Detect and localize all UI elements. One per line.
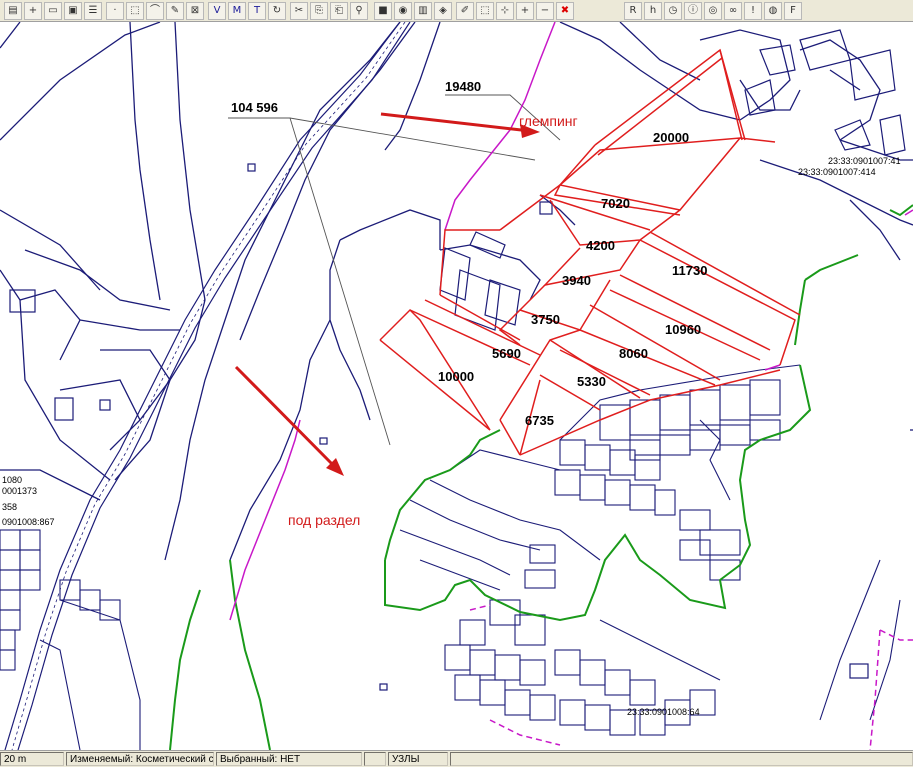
h-button-icon[interactable]: h bbox=[644, 2, 662, 20]
navy-buildings bbox=[9, 29, 906, 691]
exclamation-icon[interactable]: ! bbox=[744, 2, 762, 20]
eye-icon[interactable]: ◎ bbox=[704, 2, 722, 20]
plot-20000-label: 20000 bbox=[653, 130, 689, 145]
select-tool-icon[interactable]: ⬚ bbox=[126, 2, 144, 20]
cadastral-number-6: 358 bbox=[2, 502, 17, 512]
cadastral-number-3: 23:33:0901008:64 bbox=[627, 707, 700, 717]
leader-lines bbox=[228, 94, 561, 446]
plot-8060-label: 8060 bbox=[619, 346, 648, 361]
copy-icon[interactable]: ⎘ bbox=[310, 2, 328, 20]
f-button-icon[interactable]: F bbox=[784, 2, 802, 20]
road bbox=[4, 22, 411, 750]
plot-3940-label: 3940 bbox=[562, 273, 591, 288]
plot-10960-label: 10960 bbox=[665, 322, 701, 337]
note-division: под раздел bbox=[288, 512, 360, 528]
clock-icon[interactable]: ◷ bbox=[664, 2, 682, 20]
delete-red-icon[interactable]: ✖ bbox=[556, 2, 574, 20]
map-t-icon[interactable]: T bbox=[248, 2, 266, 20]
stop-icon[interactable]: ■ bbox=[374, 2, 392, 20]
map-view-icon[interactable]: ▣ bbox=[64, 2, 82, 20]
cadastral-number-4: 1080 bbox=[2, 475, 22, 485]
subtract-node-icon[interactable]: − bbox=[536, 2, 554, 20]
cut-icon[interactable]: ✂ bbox=[290, 2, 308, 20]
add-node-icon[interactable]: + bbox=[516, 2, 534, 20]
plot-3750-label: 3750 bbox=[531, 312, 560, 327]
note-camping: глемпинг bbox=[519, 113, 578, 129]
map-v-icon[interactable]: V bbox=[208, 2, 226, 20]
plot-7020-label: 7020 bbox=[601, 196, 630, 211]
cadastral-number-7: 0901008:867 bbox=[2, 517, 55, 527]
cadastral-map[interactable]: 104 596 19480 глемпинг под раздел 20000 … bbox=[0, 22, 913, 750]
navy-boundaries bbox=[0, 22, 913, 561]
point-tool-icon[interactable]: · bbox=[106, 2, 124, 20]
edit-tool-icon[interactable]: ✎ bbox=[166, 2, 184, 20]
layer-list-icon[interactable]: ▤ bbox=[4, 2, 22, 20]
drawing-icon[interactable]: ✐ bbox=[456, 2, 474, 20]
select-rect-icon[interactable]: ⬚ bbox=[476, 2, 494, 20]
layer-add-icon[interactable]: + bbox=[24, 2, 42, 20]
status-scale: 20 m bbox=[0, 752, 64, 766]
lock-icon[interactable]: ◍ bbox=[764, 2, 782, 20]
plot-5690-label: 5690 bbox=[492, 346, 521, 361]
status-selected: Выбранный: НЕТ bbox=[216, 752, 362, 766]
plot-5330-label: 5330 bbox=[577, 374, 606, 389]
map-m-icon[interactable]: M bbox=[228, 2, 246, 20]
plot-6735-label: 6735 bbox=[525, 413, 554, 428]
measure-tool-icon[interactable]: ⌒ bbox=[146, 2, 164, 20]
node-edit-icon[interactable]: ⊹ bbox=[496, 2, 514, 20]
plot-10000-label: 10000 bbox=[438, 369, 474, 384]
layers-tool-icon[interactable]: ◈ bbox=[434, 2, 452, 20]
status-info-cell bbox=[450, 752, 913, 766]
table-icon[interactable]: ☰ bbox=[84, 2, 102, 20]
window-icon[interactable]: ▭ bbox=[44, 2, 62, 20]
info-icon[interactable]: ⓘ bbox=[684, 2, 702, 20]
plot-4200-label: 4200 bbox=[586, 238, 615, 253]
object-info-icon[interactable]: ◉ bbox=[394, 2, 412, 20]
r-button-icon[interactable]: R bbox=[624, 2, 642, 20]
link-icon[interactable]: ⚲ bbox=[350, 2, 368, 20]
status-mode: УЗЛЫ bbox=[388, 752, 448, 766]
statistics-icon[interactable]: ▥ bbox=[414, 2, 432, 20]
status-bar: 20 m Изменяемый: Косметический с Выбранн… bbox=[0, 750, 913, 767]
total-area-label: 104 596 bbox=[231, 100, 278, 115]
delete-tool-icon[interactable]: ⊠ bbox=[186, 2, 204, 20]
cadastral-number-1: 23:33:0901007:41 bbox=[828, 156, 901, 166]
plot-11730-label: 11730 bbox=[672, 263, 707, 278]
status-empty-cell bbox=[364, 752, 386, 766]
chain-icon[interactable]: ∞ bbox=[724, 2, 742, 20]
magenta-lines bbox=[229, 22, 913, 750]
camping-area-label: 19480 bbox=[445, 79, 481, 94]
cadastral-number-2: 23:33:0901007:414 bbox=[798, 167, 876, 177]
refresh-icon[interactable]: ↻ bbox=[268, 2, 286, 20]
toolbar: ▤ + ▭ ▣ ☰ · ⬚ ⌒ ✎ ⊠ V M T ↻ ✂ ⎘ ⎗ ⚲ ■ ◉ ▥ ◈ ✐ ⬚ ⊹ + − ✖ Rh ◷ ⓘ ◎ ∞! ◍ F bbox=[0, 0, 913, 22]
status-editable-layer: Изменяемый: Косметический с bbox=[66, 752, 214, 766]
paste-icon[interactable]: ⎗ bbox=[330, 2, 348, 20]
grid-left bbox=[0, 529, 141, 750]
cadastral-number-5: 0001373 bbox=[2, 486, 37, 496]
